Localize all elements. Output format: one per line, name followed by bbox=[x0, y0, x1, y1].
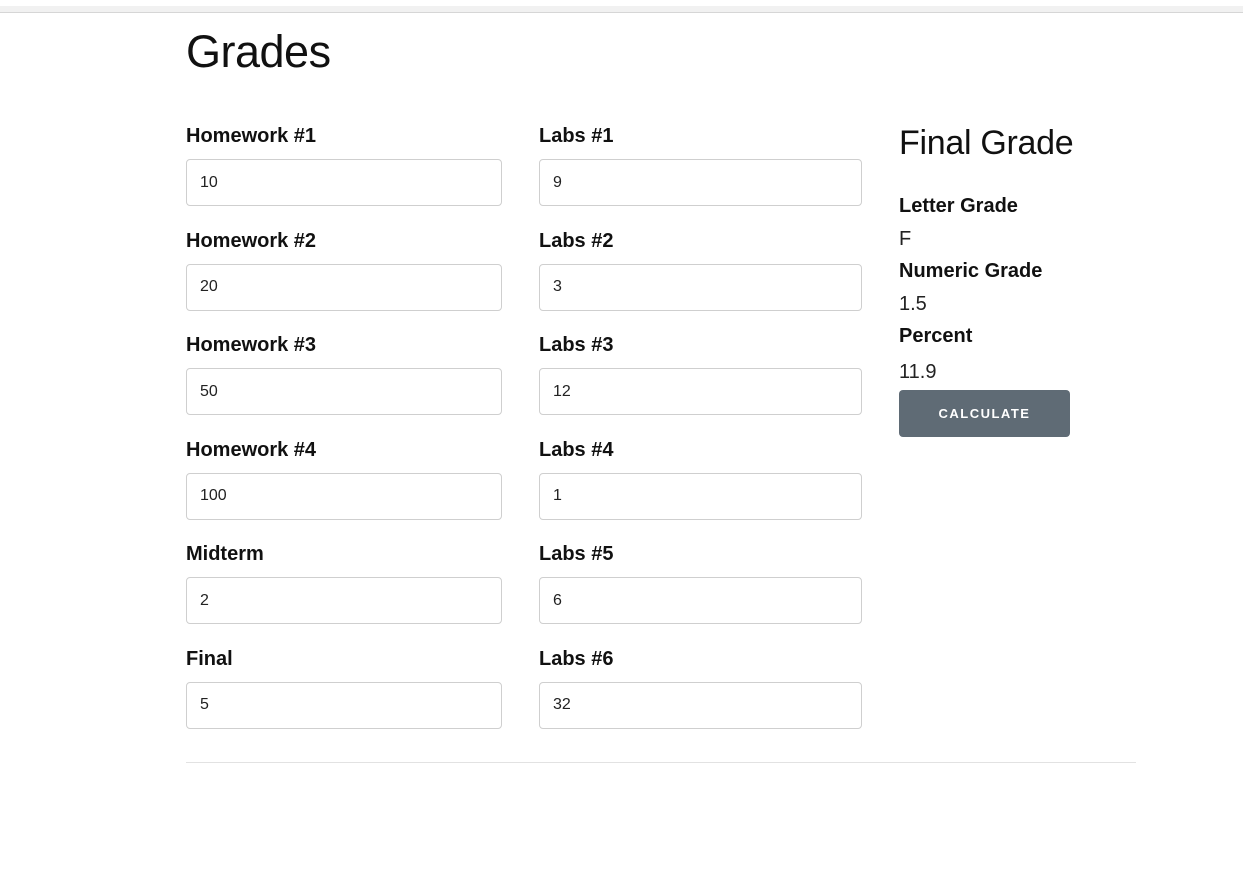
percent-label: Percent bbox=[899, 325, 973, 347]
percent-value: 11.9 bbox=[899, 361, 937, 383]
labs-2-field: Labs #2 bbox=[539, 228, 862, 333]
labs-4-field: Labs #4 bbox=[539, 437, 862, 542]
labs-4-label: Labs #4 bbox=[539, 438, 614, 461]
homework-1-input[interactable] bbox=[186, 159, 502, 206]
final-exam-label: Final bbox=[186, 647, 233, 670]
labs-1-field: Labs #1 bbox=[539, 123, 862, 228]
homework-2-field: Homework #2 bbox=[186, 228, 502, 333]
midterm-label: Midterm bbox=[186, 543, 264, 565]
labs-5-field: Labs #5 bbox=[539, 541, 862, 646]
labs-6-field: Labs #6 bbox=[539, 646, 862, 751]
labs-3-label: Labs #3 bbox=[539, 334, 614, 356]
browser-top-strip bbox=[0, 0, 1243, 13]
numeric-grade-label: Numeric Grade bbox=[899, 260, 1043, 282]
top-strip-border bbox=[0, 6, 1243, 13]
midterm-field: Midterm bbox=[186, 541, 502, 646]
homework-1-field: Homework #1 bbox=[186, 123, 502, 228]
letter-grade-label: Letter Grade bbox=[899, 195, 1018, 217]
homework-2-input[interactable] bbox=[186, 263, 502, 311]
homework-4-field: Homework #4 bbox=[186, 437, 502, 542]
letter-grade-value: F bbox=[899, 228, 912, 250]
labs-3-field: Labs #3 bbox=[539, 332, 862, 437]
calculate-button[interactable]: CALCULATE bbox=[899, 390, 1070, 437]
final-grade-panel: Final Grade Letter Grade F Numeric Grade… bbox=[899, 123, 1139, 437]
homework-4-label: Homework #4 bbox=[186, 438, 317, 461]
final-exam-input[interactable] bbox=[186, 681, 502, 729]
footer-divider bbox=[186, 762, 1136, 763]
homework-3-field: Homework #3 bbox=[186, 332, 502, 437]
numeric-grade-value: 1.5 bbox=[899, 293, 927, 315]
labs-1-input[interactable] bbox=[539, 159, 862, 206]
page-title: Grades bbox=[186, 26, 331, 77]
final-exam-field: Final bbox=[186, 646, 502, 751]
labs-2-input[interactable] bbox=[539, 263, 862, 311]
homework-3-label: Homework #3 bbox=[186, 334, 317, 356]
midterm-input[interactable] bbox=[186, 577, 502, 624]
homework-4-input[interactable] bbox=[186, 472, 502, 520]
homework-exam-column: Homework #1 Homework #2 Homework #3 Home… bbox=[186, 123, 502, 750]
labs-5-input[interactable] bbox=[539, 577, 862, 624]
labs-column: Labs #1 Labs #2 Labs #3 Labs #4 Labs #5 … bbox=[539, 123, 862, 750]
labs-6-input[interactable] bbox=[539, 681, 862, 729]
labs-3-input[interactable] bbox=[539, 368, 862, 415]
homework-2-label: Homework #2 bbox=[186, 229, 317, 252]
homework-3-input[interactable] bbox=[186, 368, 502, 415]
labs-5-label: Labs #5 bbox=[539, 543, 614, 565]
labs-4-input[interactable] bbox=[539, 472, 862, 520]
labs-2-label: Labs #2 bbox=[539, 229, 614, 252]
labs-6-label: Labs #6 bbox=[539, 647, 614, 670]
final-grade-title: Final Grade bbox=[899, 124, 1074, 162]
homework-1-label: Homework #1 bbox=[186, 125, 317, 147]
labs-1-label: Labs #1 bbox=[539, 125, 614, 147]
